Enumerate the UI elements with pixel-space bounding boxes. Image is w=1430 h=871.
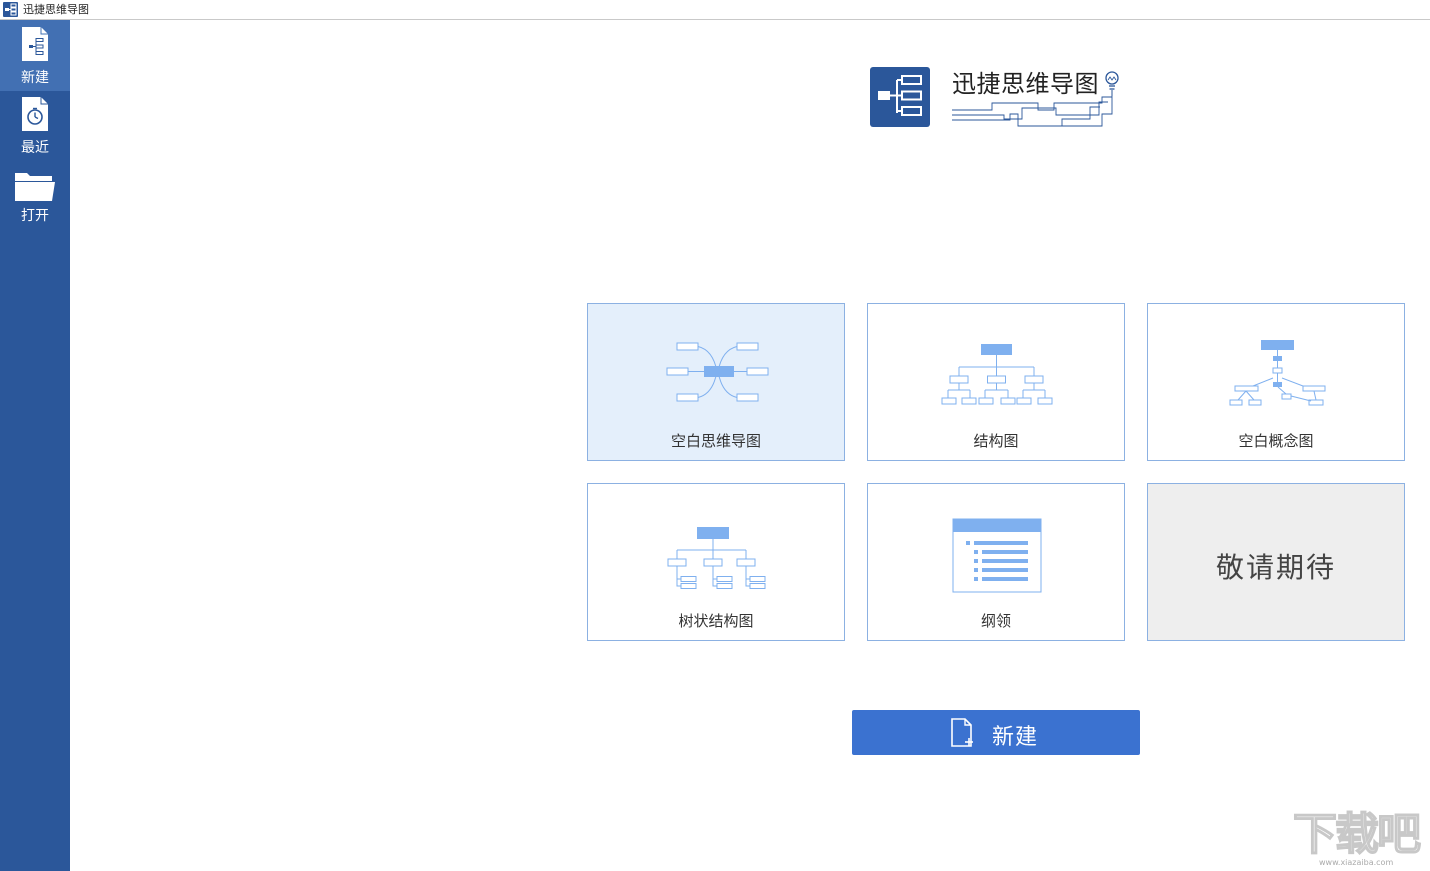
open-folder-icon [15, 173, 55, 201]
template-card-outline[interactable]: 纲领 [867, 483, 1125, 641]
new-file-icon [22, 27, 48, 61]
watermark-url: www.xiazaiba.com [1319, 858, 1394, 867]
template-label: 空白概念图 [1238, 432, 1314, 450]
watermark: 下载吧 www.xiazaiba.com [1292, 809, 1428, 867]
new-button[interactable]: 新建 [852, 710, 1140, 755]
sidebar-item-label: 新建 [21, 70, 49, 86]
recent-clock-icon [22, 97, 48, 131]
template-card-coming-soon: 敬请期待 [1147, 483, 1405, 641]
template-label: 树状结构图 [678, 612, 754, 630]
coming-soon-text: 敬请期待 [1215, 551, 1336, 584]
watermark-logo: 下载吧 [1292, 809, 1422, 860]
mindmap-logo-icon [870, 67, 930, 127]
outline-icon [952, 518, 1042, 593]
window-title: 迅捷思维导图 [23, 3, 89, 16]
template-label: 结构图 [973, 432, 1019, 450]
concept-map-icon [1229, 340, 1326, 406]
template-label: 空白思维导图 [670, 432, 761, 450]
template-card-concept[interactable]: 空白概念图 [1147, 303, 1405, 461]
mindmap-template-icon [666, 342, 769, 402]
template-card-mindmap[interactable]: 空白思维导图 [587, 303, 845, 461]
sidebar: 新建 最近 打开 [0, 20, 70, 871]
template-label: 纲领 [980, 612, 1011, 630]
new-button-label: 新建 [992, 725, 1039, 750]
sidebar-item-new[interactable]: 新建 [0, 20, 70, 91]
app-icon [3, 2, 18, 17]
structure-chart-icon [941, 344, 1053, 405]
sidebar-item-recent[interactable]: 最近 [0, 91, 70, 162]
sidebar-item-label: 最近 [21, 140, 49, 156]
sidebar-item-open[interactable]: 打开 [0, 162, 70, 233]
lightbulb-icon [952, 71, 1119, 127]
template-card-tree[interactable]: 树状结构图 [587, 483, 845, 641]
new-document-icon [951, 718, 973, 747]
tree-chart-icon [667, 527, 766, 589]
title-bar: 迅捷思维导图 [0, 0, 1430, 20]
template-card-structure[interactable]: 结构图 [867, 303, 1125, 461]
sidebar-item-label: 打开 [21, 208, 49, 224]
